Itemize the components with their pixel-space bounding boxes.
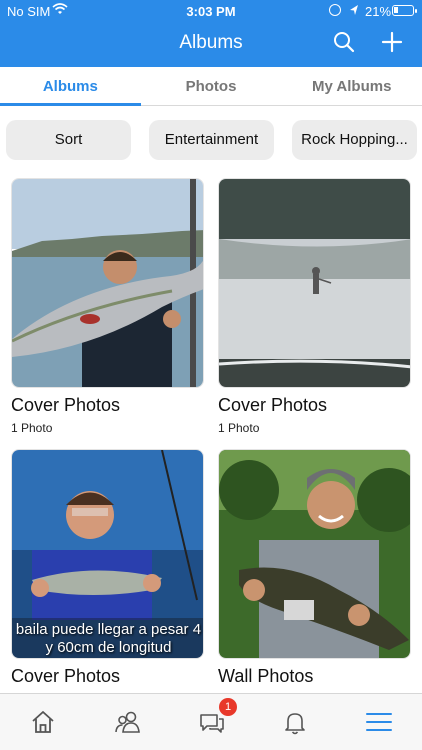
album-card[interactable]: Wall Photos bbox=[218, 449, 411, 687]
album-title: Cover Photos bbox=[11, 395, 121, 415]
status-bar: No SIM 3:03 PM 21% bbox=[0, 0, 422, 22]
album-title: Wall Photos bbox=[218, 666, 314, 686]
top-bar: No SIM 3:03 PM 21% Albums bbox=[0, 0, 422, 67]
search-icon[interactable] bbox=[333, 31, 355, 53]
album-caption: baila puede llegar a pesar 4 y 60cm de l… bbox=[12, 621, 203, 657]
bottom-tab-bar bbox=[0, 693, 422, 750]
menu-icon[interactable] bbox=[365, 708, 393, 736]
album-title: Cover Photos bbox=[11, 666, 121, 686]
page-title: Albums bbox=[179, 32, 243, 53]
album-thumbnail[interactable]: baila puede llegar a pesar 4 y 60cm de l… bbox=[11, 449, 204, 659]
filter-rock-hopping[interactable]: Rock Hopping... bbox=[292, 120, 417, 160]
album-card[interactable]: Cover Photos 1 Photo bbox=[11, 178, 204, 435]
album-thumbnail[interactable] bbox=[11, 178, 204, 388]
friends-icon[interactable] bbox=[114, 708, 142, 736]
tab-photos[interactable]: Photos bbox=[141, 67, 282, 105]
tab-albums[interactable]: Albums bbox=[0, 67, 141, 106]
filter-entertainment[interactable]: Entertainment bbox=[149, 120, 274, 160]
home-icon[interactable] bbox=[29, 708, 57, 736]
tab-my-albums[interactable]: My Albums bbox=[281, 67, 422, 105]
location-arrow-icon bbox=[350, 5, 358, 15]
caption-line: y 60cm de longitud bbox=[45, 639, 172, 656]
bell-icon[interactable] bbox=[281, 708, 309, 736]
album-photo-count: 1 Photo bbox=[218, 421, 260, 435]
plus-icon[interactable] bbox=[381, 31, 403, 53]
sort-button[interactable]: Sort bbox=[6, 120, 131, 160]
album-thumbnail[interactable] bbox=[218, 449, 411, 659]
battery-icon bbox=[392, 5, 417, 16]
battery-level-fill bbox=[394, 7, 398, 13]
album-card[interactable]: Cover Photos 1 Photo bbox=[218, 178, 411, 435]
chat-badge: 1 bbox=[219, 698, 237, 716]
segment-tabs: Albums Photos My Albums bbox=[0, 67, 422, 106]
album-title: Cover Photos bbox=[218, 395, 328, 415]
album-photo-count: 1 Photo bbox=[11, 421, 53, 435]
album-thumbnail[interactable] bbox=[218, 178, 411, 388]
album-card[interactable]: baila puede llegar a pesar 4 y 60cm de l… bbox=[11, 449, 204, 687]
caption-line: baila puede llegar a pesar 4 bbox=[15, 621, 202, 638]
orientation-lock-icon bbox=[329, 4, 341, 16]
battery-percent: 21% bbox=[365, 4, 392, 19]
